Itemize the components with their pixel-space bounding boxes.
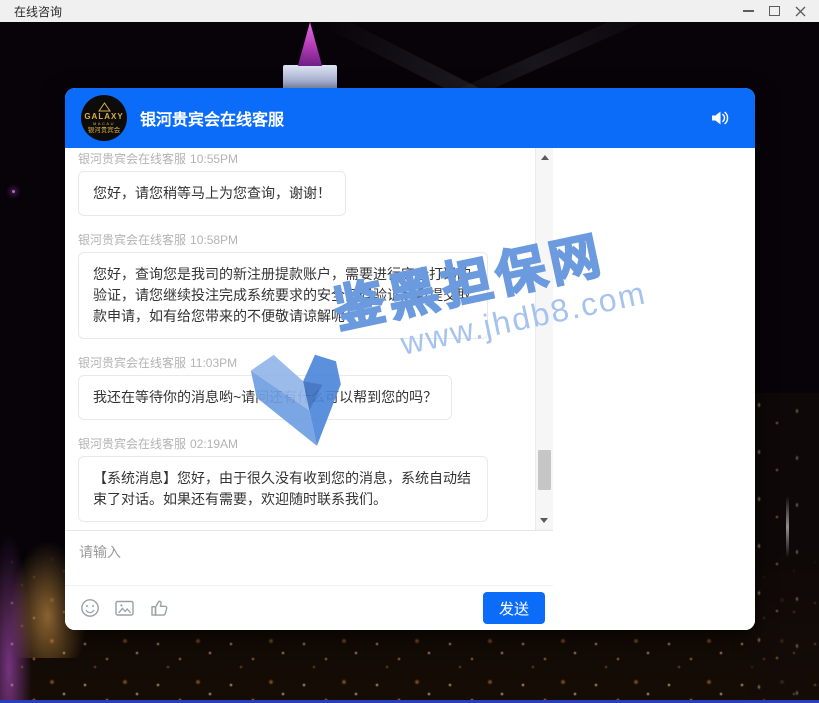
chat-window: GALAXY MACAU 银河贵宾会 银河贵宾会在线客服 银河贵宾会在线客服 10…	[65, 88, 755, 630]
sound-button[interactable]	[709, 109, 731, 127]
message-meta: 银河贵宾会在线客服 10:55PM	[78, 153, 523, 166]
logo-brand-text: GALAXY	[84, 112, 123, 121]
message-bubble: 您好，请您稍等马上为您查询，谢谢！	[78, 171, 346, 216]
window-titlebar: 在线咨询	[0, 0, 819, 22]
input-area: 发送	[65, 530, 553, 630]
chat-body: 银河贵宾会在线客服 10:55PM 您好，请您稍等马上为您查询，谢谢！ 银河贵宾会…	[65, 148, 755, 630]
logo-cn-text: 银河贵宾会	[88, 127, 121, 135]
logo-sub-text: MACAU	[93, 121, 115, 126]
chat-side-panel	[553, 148, 755, 630]
emoji-button[interactable]	[79, 597, 101, 619]
chat-main-column: 银河贵宾会在线客服 10:55PM 您好，请您稍等马上为您查询，谢谢！ 银河贵宾会…	[65, 148, 553, 630]
message-time: 02:19AM	[190, 437, 238, 451]
message-meta: 银河贵宾会在线客服 02:19AM	[78, 438, 523, 451]
chat-message: 银河贵宾会在线客服 10:55PM 您好，请您稍等马上为您查询，谢谢！	[78, 153, 523, 216]
thumbs-up-icon	[148, 597, 171, 619]
message-container: 银河贵宾会在线客服 10:55PM 您好，请您稍等马上为您查询，谢谢！ 银河贵宾会…	[78, 153, 523, 522]
chat-message: 银河贵宾会在线客服 11:03PM 我还在等待你的消息哟~请问还有什么可以帮到您的…	[78, 357, 523, 420]
message-list[interactable]: 银河贵宾会在线客服 10:55PM 您好，请您稍等马上为您查询，谢谢！ 银河贵宾会…	[65, 148, 553, 530]
messages-scrollbar[interactable]	[535, 148, 553, 530]
message-meta: 银河贵宾会在线客服 10:58PM	[78, 234, 523, 247]
galaxy-logo: GALAXY MACAU 银河贵宾会	[81, 95, 127, 141]
send-button[interactable]: 发送	[483, 592, 545, 624]
close-icon	[795, 6, 806, 17]
message-time: 11:03PM	[190, 356, 237, 370]
message-sender: 银河贵宾会在线客服	[78, 437, 186, 451]
scrollbar-thumb[interactable]	[538, 450, 551, 490]
thumbs-up-button[interactable]	[148, 597, 171, 619]
message-time: 10:58PM	[190, 233, 238, 247]
maximize-button[interactable]	[761, 0, 787, 22]
chat-title: 银河贵宾会在线客服	[140, 106, 709, 130]
message-sender: 银河贵宾会在线客服	[78, 233, 186, 247]
message-meta: 银河贵宾会在线客服 11:03PM	[78, 357, 523, 370]
window-title: 在线咨询	[14, 3, 62, 20]
message-input[interactable]	[65, 531, 553, 585]
chat-header: GALAXY MACAU 银河贵宾会 银河贵宾会在线客服	[65, 88, 755, 148]
image-upload-button[interactable]	[113, 597, 136, 619]
maximize-icon	[769, 6, 780, 16]
message-bubble: 【系统消息】您好，由于很久没有收到您的消息，系统自动结束了对话。如果还有需要，欢…	[78, 456, 488, 522]
message-bubble: 我还在等待你的消息哟~请问还有什么可以帮到您的吗？	[78, 375, 452, 420]
message-sender: 银河贵宾会在线客服	[78, 152, 186, 166]
input-toolbar: 发送	[65, 585, 553, 630]
chat-message: 银河贵宾会在线客服 10:58PM 您好，查询您是我司的新注册提款账户，需要进行安…	[78, 234, 523, 339]
photo-purple-light	[12, 190, 15, 193]
minimize-button[interactable]	[735, 0, 761, 22]
logo-pyramid-icon	[98, 102, 111, 112]
scroll-down-arrow-icon[interactable]	[540, 518, 548, 523]
photo-tower-spire	[291, 22, 329, 66]
minimize-icon	[743, 10, 754, 12]
message-sender: 银河贵宾会在线客服	[78, 356, 186, 370]
speaker-on-icon	[709, 109, 731, 127]
message-time: 10:55PM	[190, 152, 238, 166]
chat-message: 银河贵宾会在线客服 02:19AM 【系统消息】您好，由于很久没有收到您的消息，系…	[78, 438, 523, 522]
photo-vertical-light	[786, 496, 789, 558]
app-window: 在线咨询 GALAXY MA	[0, 0, 819, 703]
photo-right-buildings	[749, 393, 819, 703]
close-button[interactable]	[787, 0, 813, 22]
message-bubble: 您好，查询您是我司的新注册提款账户，需要进行安全打码的验证，请您继续投注完成系统…	[78, 252, 488, 339]
scroll-up-arrow-icon[interactable]	[541, 155, 549, 160]
smiley-icon	[79, 597, 101, 619]
image-icon	[113, 597, 136, 619]
photo-purple-glow	[0, 533, 32, 703]
window-controls	[735, 0, 813, 22]
